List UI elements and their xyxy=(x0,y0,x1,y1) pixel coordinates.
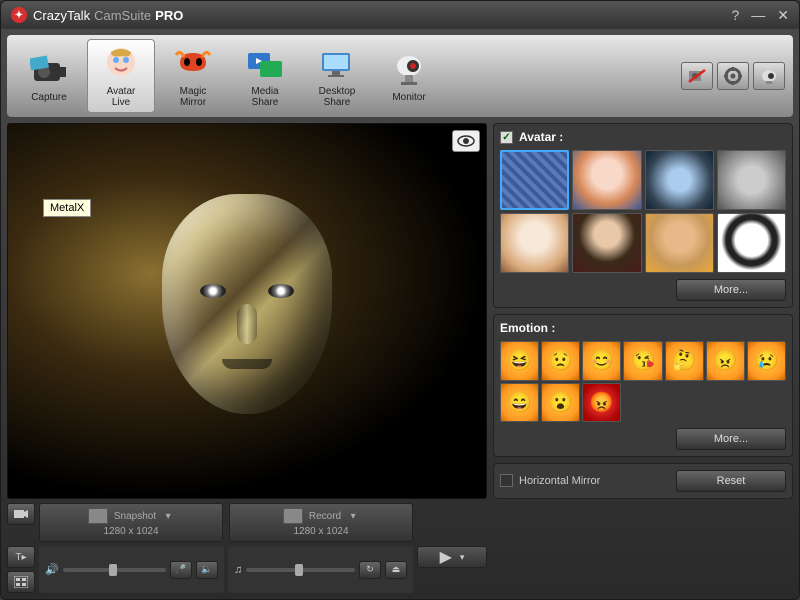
avatar-option-7[interactable] xyxy=(717,213,786,273)
eye-icon xyxy=(457,135,475,147)
toolbar-monitor[interactable]: Monitor xyxy=(375,39,443,113)
eject-button[interactable]: ⏏ xyxy=(385,561,407,579)
toolbar-label: Capture xyxy=(31,92,67,103)
emotion-option-5[interactable]: 😠 xyxy=(706,341,745,380)
emotion-option-8[interactable]: 😮 xyxy=(541,383,580,422)
emotion-option-2[interactable]: 😊 xyxy=(582,341,621,380)
emotion-option-1[interactable]: 😟 xyxy=(541,341,580,380)
snapshot-label: Snapshot xyxy=(114,511,156,522)
mirror-label: Horizontal Mirror xyxy=(519,475,600,487)
avatar-option-1[interactable] xyxy=(572,150,641,210)
monitor-icon xyxy=(389,50,429,90)
avatar-panel: ✓ Avatar : More... xyxy=(493,123,793,308)
music-icon: ♫ xyxy=(234,564,242,576)
avatar-option-2[interactable] xyxy=(645,150,714,210)
eye-toggle-button[interactable] xyxy=(452,130,480,152)
preview-column: MetalX Snapshot ▾ 1280 x 1024 xyxy=(7,123,487,593)
avatar-tooltip: MetalX xyxy=(43,199,91,217)
chevron-down-icon: ▾ xyxy=(460,552,465,563)
avatar-icon xyxy=(101,44,141,84)
toolbar-magic-mirror[interactable]: Magic Mirror xyxy=(159,39,227,113)
toolbar-avatar-live[interactable]: Avatar Live xyxy=(87,39,155,113)
toolbar-capture[interactable]: Capture xyxy=(15,39,83,113)
mask-icon xyxy=(173,44,213,84)
pro-text: PRO xyxy=(155,8,183,23)
emotion-grid: 😆😟😊😘🤔😠😢 😄😮😡 xyxy=(500,341,786,421)
main-toolbar: Capture Avatar Live Magic Mirror Media S… xyxy=(7,35,793,117)
snapshot-thumb-icon xyxy=(88,508,108,524)
mirror-panel: Horizontal Mirror Reset xyxy=(493,463,793,499)
record-label: Record xyxy=(309,511,341,522)
main-content: MetalX Snapshot ▾ 1280 x 1024 xyxy=(1,117,799,599)
avatar-checkbox[interactable]: ✓ xyxy=(500,131,513,144)
volume-slider[interactable] xyxy=(63,568,166,572)
avatar-grid xyxy=(500,150,786,273)
toolbar-label: Monitor xyxy=(392,92,425,103)
avatar-panel-title: Avatar : xyxy=(519,130,563,144)
toolbar-label: Desktop Share xyxy=(319,86,356,108)
record-resolution: 1280 x 1024 xyxy=(293,526,348,537)
avatar-option-3[interactable] xyxy=(717,150,786,210)
gallery-side-button[interactable] xyxy=(7,571,35,593)
app-logo-icon: ✦ xyxy=(11,7,27,23)
snapshot-box[interactable]: Snapshot ▾ 1280 x 1024 xyxy=(39,503,223,542)
toolbar-media-share[interactable]: Media Share xyxy=(231,39,299,113)
avatar-option-4[interactable] xyxy=(500,213,569,273)
close-button[interactable]: ✕ xyxy=(777,7,789,24)
volume-slider-group: 🔊 🎤 🔈 xyxy=(39,546,224,593)
camera-side-button[interactable] xyxy=(7,503,35,525)
play-icon: ▶ xyxy=(440,547,452,567)
webcam-button[interactable] xyxy=(753,62,785,90)
mirror-checkbox[interactable] xyxy=(500,474,513,487)
emotion-option-3[interactable]: 😘 xyxy=(623,341,662,380)
avatar-option-6[interactable] xyxy=(645,213,714,273)
suite-text: CamSuite xyxy=(94,8,151,23)
record-box[interactable]: Record ▾ 1280 x 1024 xyxy=(229,503,413,542)
help-button[interactable]: ? xyxy=(731,7,739,24)
toolbar-label: Media Share xyxy=(251,86,278,108)
mic-button[interactable]: 🎤 xyxy=(170,561,192,579)
reset-button[interactable]: Reset xyxy=(676,470,786,492)
emotion-option-7[interactable]: 😄 xyxy=(500,383,539,422)
no-camera-button[interactable] xyxy=(681,62,713,90)
chevron-down-icon[interactable]: ▾ xyxy=(347,510,359,522)
speaker-icon: 🔊 xyxy=(45,563,59,576)
chevron-down-icon[interactable]: ▾ xyxy=(162,510,174,522)
loop-button[interactable]: ↻ xyxy=(359,561,381,579)
media-icon xyxy=(245,44,285,84)
brand-text: CrazyTalk xyxy=(33,8,90,23)
avatar-more-button[interactable]: More... xyxy=(676,279,786,301)
speaker-button[interactable]: 🔈 xyxy=(196,561,218,579)
text-side-button[interactable]: T▸ xyxy=(7,546,35,568)
emotion-panel-title: Emotion : xyxy=(500,321,555,335)
emotion-option-6[interactable]: 😢 xyxy=(747,341,786,380)
preview-viewport: MetalX xyxy=(7,123,487,499)
avatar-face xyxy=(147,194,347,454)
music-slider[interactable] xyxy=(246,568,355,572)
camera-icon xyxy=(29,50,69,90)
toolbar-label: Magic Mirror xyxy=(180,86,207,108)
right-column: ✓ Avatar : More... Emotion : 😆😟😊😘🤔😠😢 😄😮😡 … xyxy=(493,123,793,593)
app-window: ✦ CrazyTalk CamSuite PRO ? — ✕ Capture A… xyxy=(0,0,800,600)
avatar-option-0[interactable] xyxy=(500,150,569,210)
play-control[interactable]: ▶ ▾ xyxy=(417,546,487,568)
toolbar-label: Avatar Live xyxy=(107,86,136,108)
toolbar-desktop-share[interactable]: Desktop Share xyxy=(303,39,371,113)
emotion-panel: Emotion : 😆😟😊😘🤔😠😢 😄😮😡 More... xyxy=(493,314,793,456)
settings-button[interactable] xyxy=(717,62,749,90)
emotion-option-0[interactable]: 😆 xyxy=(500,341,539,380)
emotion-option-4[interactable]: 🤔 xyxy=(665,341,704,380)
minimize-button[interactable]: — xyxy=(751,7,765,24)
titlebar: ✦ CrazyTalk CamSuite PRO ? — ✕ xyxy=(1,1,799,29)
desktop-icon xyxy=(317,44,357,84)
emotion-option-9[interactable]: 😡 xyxy=(582,383,621,422)
snapshot-resolution: 1280 x 1024 xyxy=(103,526,158,537)
record-thumb-icon xyxy=(283,508,303,524)
avatar-option-5[interactable] xyxy=(572,213,641,273)
music-slider-group: ♫ ↻ ⏏ xyxy=(228,546,413,593)
emotion-more-button[interactable]: More... xyxy=(676,428,786,450)
